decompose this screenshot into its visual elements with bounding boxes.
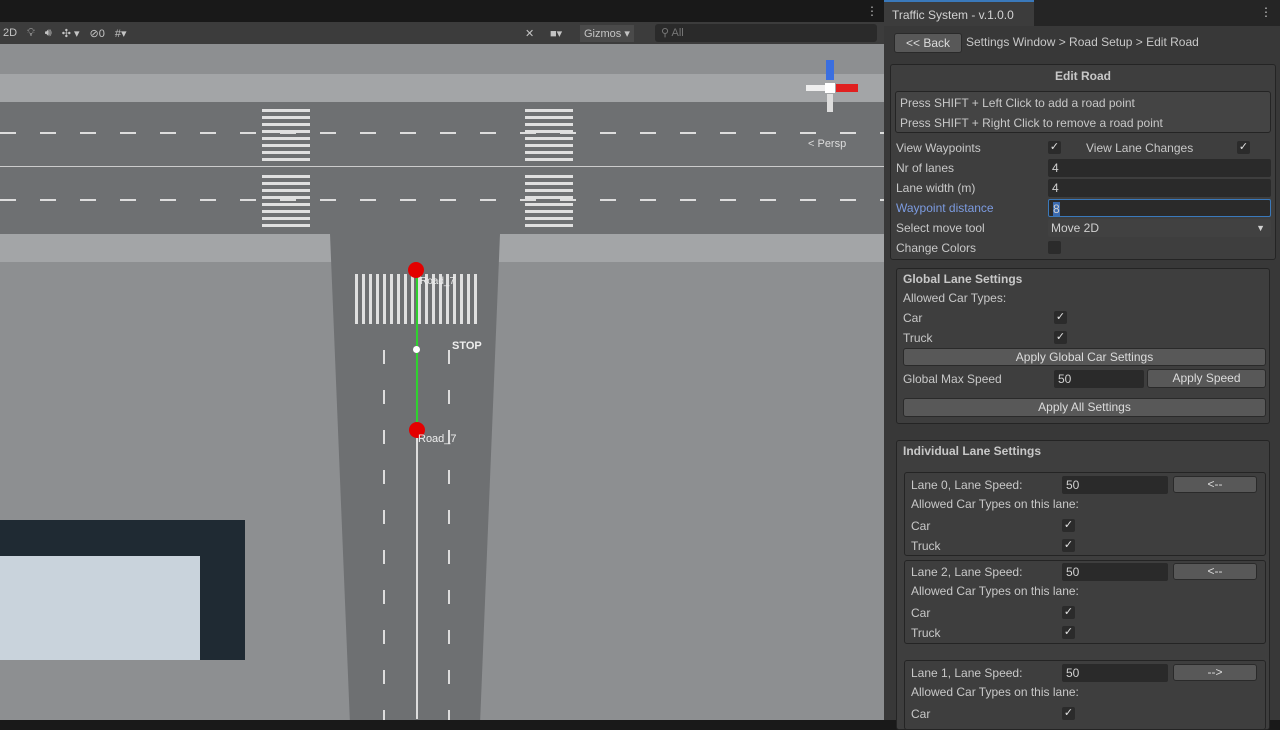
tab-bar: ⋮ [1034,0,1280,26]
change-colors-checkbox[interactable] [1048,241,1061,254]
car-label: Car [903,311,923,325]
global-title: Global Lane Settings [903,272,1023,286]
breadcrumb: Settings Window > Road Setup > Edit Road [966,35,1199,49]
sidewalk [0,74,884,104]
camera-icon[interactable]: ■▾ [550,27,562,40]
2d-toggle[interactable]: 2D [3,27,17,39]
perspective-label[interactable]: < Persp [808,138,846,150]
view-waypoints-checkbox[interactable]: ✓ [1048,141,1061,154]
hidden-objects-icon[interactable]: ⊘0 [90,27,105,40]
lane-speed-label: Lane 1, Lane Speed: [911,666,1023,680]
grid-icon[interactable]: #▾ [115,27,127,40]
lane-direction-button[interactable]: <-- [1173,563,1257,580]
building-wall [0,556,200,660]
search-placeholder: All [671,27,684,39]
nr-lanes-field[interactable]: 4 [1048,159,1271,177]
waypoint-distance-value: 8 [1053,202,1060,216]
tools-icon[interactable]: ✕ [525,27,534,40]
waypoint-distance-field[interactable]: 8 [1048,199,1271,217]
view-lane-changes-checkbox[interactable]: ✓ [1237,141,1250,154]
view-lane-changes-label: View Lane Changes [1086,141,1194,155]
horizontal-road [0,102,884,236]
traffic-system-panel: Traffic System - v.1.0.0 ⋮ << Back Setti… [884,0,1280,730]
apply-speed-button[interactable]: Apply Speed [1147,369,1266,388]
truck-label: Truck [903,331,933,345]
max-speed-field[interactable]: 50 [1054,370,1144,388]
lane-direction-button[interactable]: --> [1173,664,1257,681]
editor-top-bar: ⋮ [0,0,884,22]
waypoint-distance-label: Waypoint distance [896,201,994,215]
lane-speed-label: Lane 0, Lane Speed: [911,478,1023,492]
apply-all-button[interactable]: Apply All Settings [903,398,1266,417]
more-options-icon[interactable]: ⋮ [1260,5,1272,19]
nr-lanes-label: Nr of lanes [896,161,955,175]
crosswalk [262,106,310,161]
effects-icon[interactable]: ✣ ▾ [62,27,80,40]
section-title: Edit Road [1055,69,1111,83]
allowed-label: Allowed Car Types on this lane: [911,685,1079,699]
move-tool-value: Move 2D [1051,221,1100,235]
allowed-label: Allowed Car Types on this lane: [911,497,1079,511]
lane-truck-checkbox[interactable]: ✓ [1062,626,1075,639]
lane-speed-label: Lane 2, Lane Speed: [911,565,1023,579]
lane-speed-field[interactable]: 50 [1062,563,1168,581]
chevron-down-icon: ▼ [1256,223,1265,233]
truck-label: Truck [911,626,941,640]
move-tool-dropdown[interactable]: Move 2D ▼ [1048,219,1271,237]
apply-global-car-button[interactable]: Apply Global Car Settings [903,348,1266,366]
truck-label: Truck [911,539,941,553]
road-segment-line [416,278,418,430]
lane-width-label: Lane width (m) [896,181,976,195]
lane-truck-checkbox[interactable]: ✓ [1062,539,1075,552]
hint-text: Press SHIFT + Right Click to remove a ro… [900,116,1163,130]
scene-view[interactable]: STOP Road_7 Road_7 < Persp [0,44,884,720]
scene-search-input[interactable]: ⚲ All [655,24,877,42]
global-truck-checkbox[interactable]: ✓ [1054,331,1067,344]
lighting-icon[interactable]: 💡︎ [27,27,35,40]
lane-car-checkbox[interactable]: ✓ [1062,519,1075,532]
crosswalk [525,172,573,227]
gizmos-dropdown[interactable]: Gizmos ▾ [580,24,634,42]
audio-icon[interactable]: 🔊︎ [45,27,52,40]
lane-width-field[interactable]: 4 [1048,179,1271,197]
allowed-label: Allowed Car Types on this lane: [911,584,1079,598]
stop-marking: STOP [452,340,482,352]
crosswalk [262,172,310,227]
waypoint-handle[interactable] [413,346,420,353]
orientation-gizmo[interactable] [800,58,860,118]
lane-speed-field[interactable]: 50 [1062,476,1168,494]
allowed-label: Allowed Car Types: [903,291,1007,305]
gizmos-label: Gizmos [584,27,622,40]
back-button[interactable]: << Back [894,33,962,53]
view-waypoints-label: View Waypoints [896,141,981,155]
crosswalk [525,106,573,161]
car-label: Car [911,707,931,721]
car-label: Car [911,606,931,620]
car-label: Car [911,519,931,533]
global-car-checkbox[interactable]: ✓ [1054,311,1067,324]
lane-car-checkbox[interactable]: ✓ [1062,606,1075,619]
individual-title: Individual Lane Settings [903,444,1042,458]
road-label: Road_7 [418,433,457,445]
hidden-count: 0 [98,27,105,40]
road-label: Road_7 [420,276,456,287]
scene-toolbar: 2D 💡︎ 🔊︎ ✣ ▾ ⊘0 #▾ ✕ ■▾ Gizmos ▾ ⚲ All [0,22,884,44]
panel-tab[interactable]: Traffic System - v.1.0.0 [884,0,1034,26]
change-colors-label: Change Colors [896,241,977,255]
hint-text: Press SHIFT + Left Click to add a road p… [900,96,1135,110]
more-options-icon[interactable]: ⋮ [866,4,878,18]
lane-speed-field[interactable]: 50 [1062,664,1168,682]
lane-car-checkbox[interactable]: ✓ [1062,707,1075,720]
lane-direction-button[interactable]: <-- [1173,476,1257,493]
move-tool-label: Select move tool [896,221,985,235]
max-speed-label: Global Max Speed [903,372,1002,386]
